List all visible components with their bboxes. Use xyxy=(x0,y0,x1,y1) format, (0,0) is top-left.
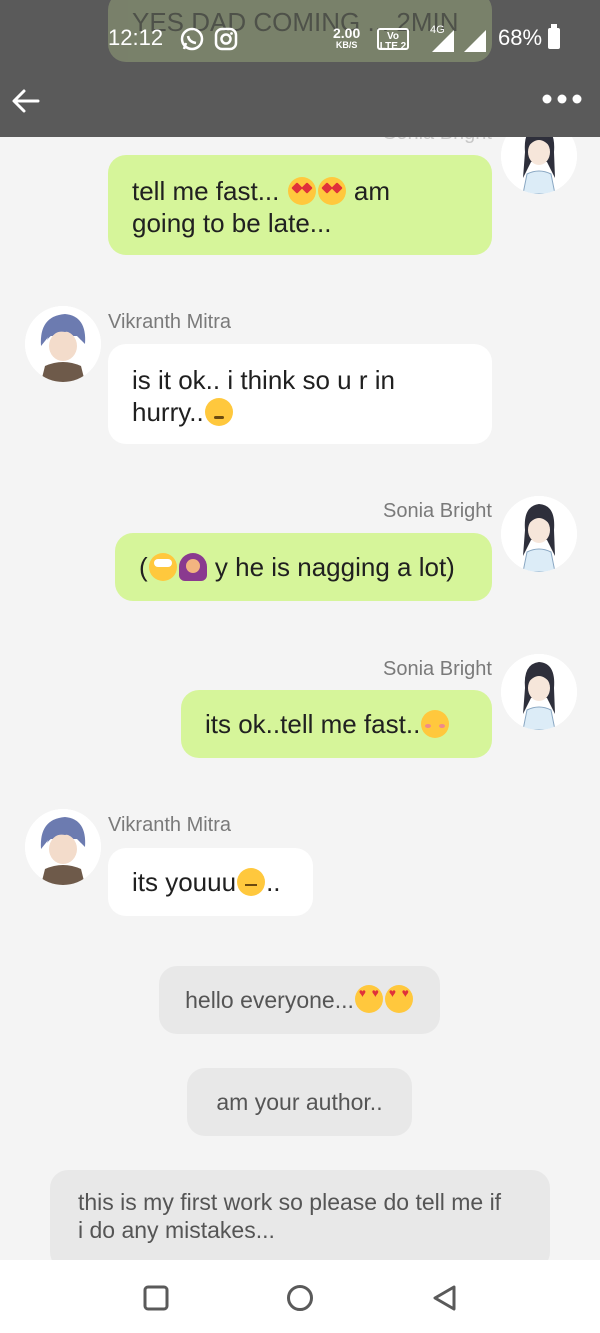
home-icon[interactable] xyxy=(285,1283,315,1313)
vikranth-avatar[interactable] xyxy=(25,306,101,382)
volte-bottom-text: LTE 2 xyxy=(379,41,407,52)
status-time: 12:12 xyxy=(108,25,164,50)
message-text: is it ok.. i think so u r in xyxy=(132,365,395,395)
message-text: ( xyxy=(139,552,148,582)
signal-icon xyxy=(432,30,454,52)
male-avatar-icon xyxy=(25,809,101,885)
recent-apps-icon[interactable] xyxy=(142,1284,170,1312)
eye-roll-emoji-icon xyxy=(148,553,177,581)
female-avatar-icon xyxy=(501,496,577,572)
system-message: hello everyone... xyxy=(159,966,440,1034)
message-text: hurry.. xyxy=(132,397,204,427)
back-triangle-icon[interactable] xyxy=(430,1283,458,1313)
system-message-text: i do any mistakes... xyxy=(78,1217,275,1243)
heart-eyes-emoji-icon xyxy=(354,985,383,1013)
instagram-icon xyxy=(214,27,238,51)
message-bubble[interactable]: its youuu.. xyxy=(108,848,313,916)
system-message-text: am your author.. xyxy=(216,1089,383,1115)
message-bubble[interactable]: tell me fast... am going to be late... xyxy=(108,155,492,255)
star-struck-emoji-icon xyxy=(287,177,316,205)
message-text: am xyxy=(353,176,390,206)
message-bubble[interactable]: ( y he is nagging a lot) xyxy=(115,533,492,601)
female-avatar-icon xyxy=(501,654,577,730)
vikranth-avatar[interactable] xyxy=(25,809,101,885)
message-bubble[interactable]: its ok..tell me fast.. xyxy=(181,690,492,758)
sender-name: Sonia Bright xyxy=(383,500,492,522)
message-text: its youuu xyxy=(132,867,237,897)
system-message: this is my first work so please do tell … xyxy=(50,1170,550,1260)
male-avatar-icon xyxy=(25,306,101,382)
battery-percentage: 68% xyxy=(498,25,543,50)
confounded-emoji-icon xyxy=(237,868,266,896)
message-text: its ok..tell me fast.. xyxy=(205,709,421,739)
arrow-left-icon[interactable] xyxy=(10,85,42,117)
heart-eyes-emoji-icon xyxy=(384,985,413,1013)
battery-icon xyxy=(548,24,560,49)
sonia-avatar[interactable] xyxy=(501,496,577,572)
sender-name: Vikranth Mitra xyxy=(108,814,232,836)
status-bar: YES DAD COMING ... 2MIN 12:12 2.00 KB/S … xyxy=(0,0,600,80)
signal-icon xyxy=(464,30,486,52)
facepalm-emoji-icon xyxy=(178,553,207,581)
system-message: am your author.. xyxy=(187,1068,412,1136)
star-struck-emoji-icon xyxy=(317,177,346,205)
message-text: tell me fast... xyxy=(132,176,280,206)
pensive-emoji-icon xyxy=(204,398,233,426)
app-bar xyxy=(0,80,600,137)
message-text: .. xyxy=(266,867,281,897)
whatsapp-icon xyxy=(180,27,204,51)
message-text: y he is nagging a lot) xyxy=(207,552,455,582)
more-horizontal-icon[interactable] xyxy=(540,92,584,106)
message-text: going to be late... xyxy=(132,208,332,238)
system-message-text: this is my first work so please do tell … xyxy=(78,1189,502,1215)
network-speed-value: 2.00 xyxy=(333,25,361,41)
volte-icon: Vo LTE 2 xyxy=(377,28,409,52)
network-speed-unit: KB/S xyxy=(335,40,358,50)
chat-area[interactable]: Sonia Bright tell me fast... am going to… xyxy=(0,0,600,1260)
sonia-avatar[interactable] xyxy=(501,654,577,730)
message-bubble[interactable]: is it ok.. i think so u r in hurry.. xyxy=(108,344,492,444)
network-speed: 2.00 KB/S xyxy=(333,26,360,50)
sender-name: Vikranth Mitra xyxy=(108,311,232,333)
smiling-blush-emoji-icon xyxy=(421,710,450,738)
system-nav-bar xyxy=(0,1260,600,1333)
sender-name: Sonia Bright xyxy=(383,658,492,680)
system-message-text: hello everyone... xyxy=(185,987,354,1013)
